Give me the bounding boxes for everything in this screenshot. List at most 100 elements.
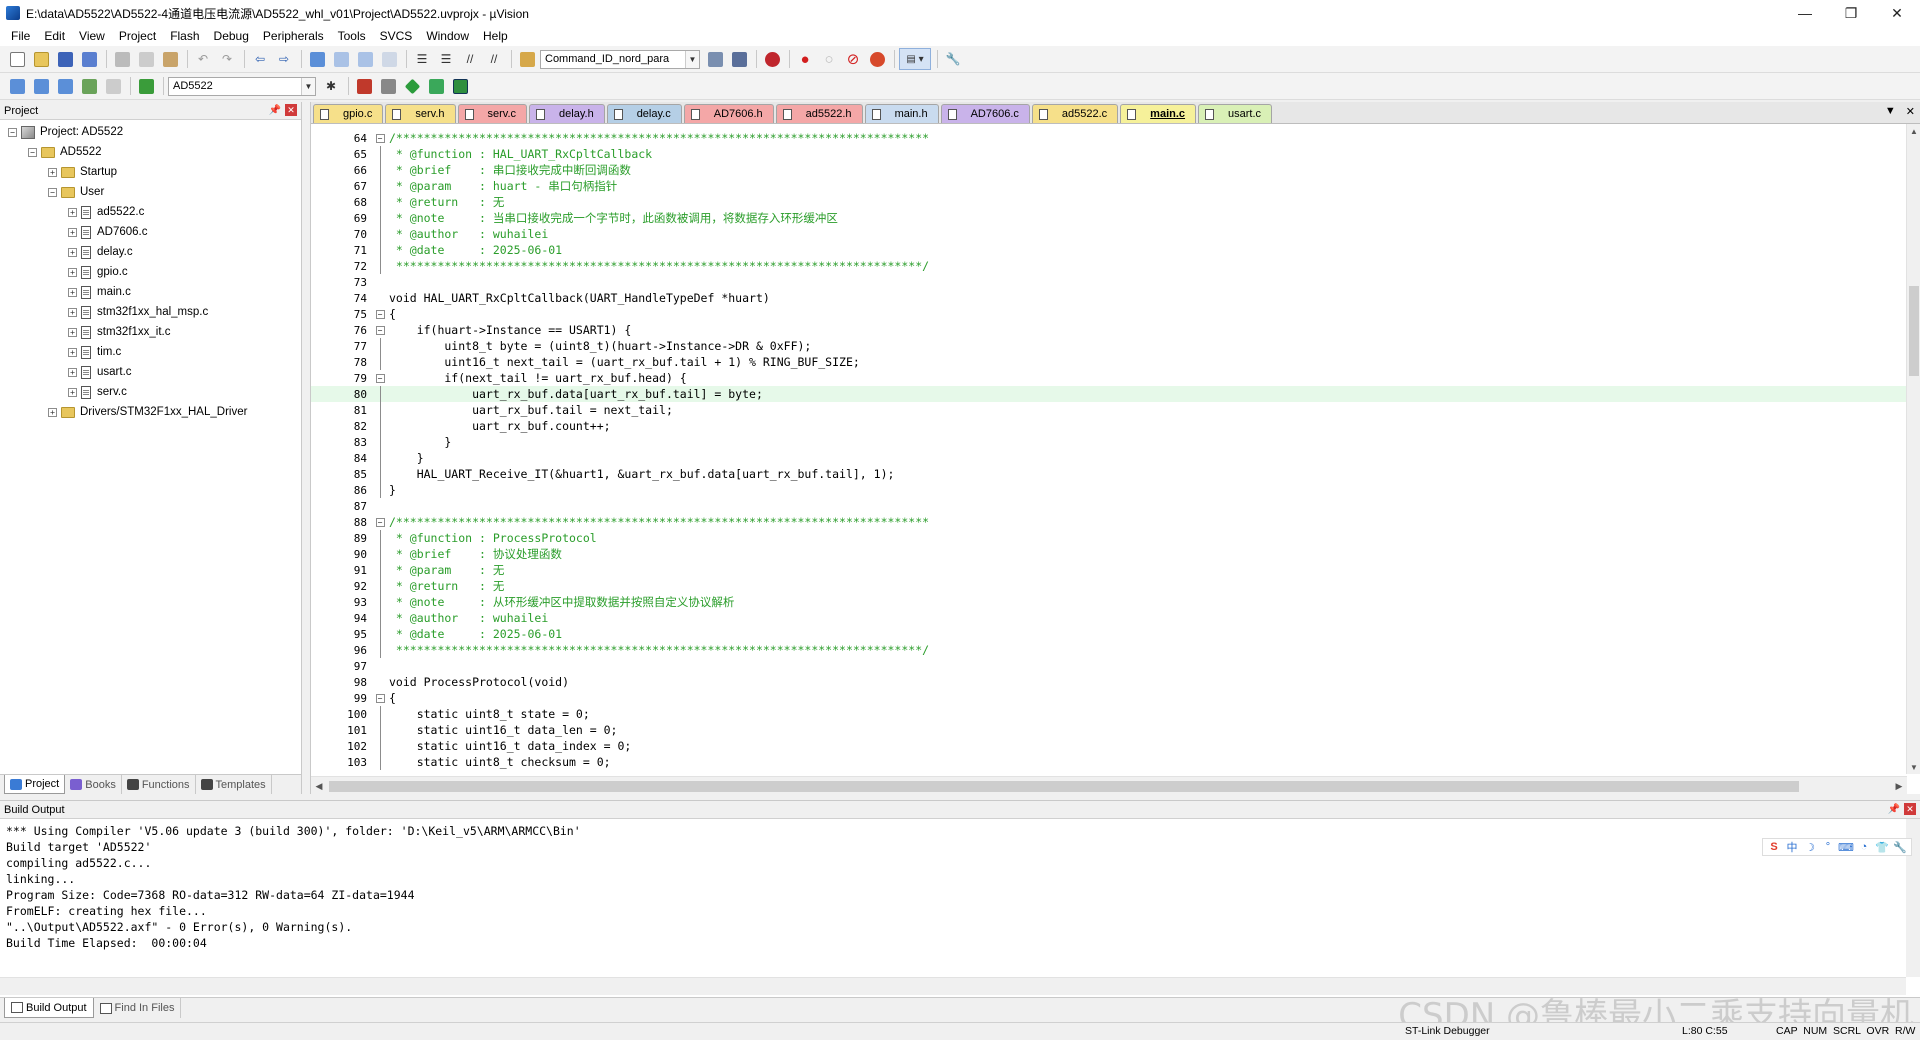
tree-item[interactable]: + main.c: [0, 282, 301, 302]
editor-tab[interactable]: delay.c: [606, 104, 682, 123]
tab-build-output[interactable]: Build Output: [4, 998, 94, 1018]
tab-templates[interactable]: Templates: [196, 775, 272, 794]
menu-edit[interactable]: Edit: [37, 29, 72, 43]
fold-collapse-icon[interactable]: −: [375, 325, 385, 335]
debug-session-button[interactable]: [761, 48, 783, 70]
expand-icon[interactable]: +: [48, 407, 57, 417]
kill-breakpoints-button[interactable]: [866, 48, 888, 70]
paste-button[interactable]: [159, 48, 181, 70]
horizontal-scroll-thumb[interactable]: [329, 781, 1799, 792]
tab-project[interactable]: Project: [4, 775, 66, 794]
menu-window[interactable]: Window: [419, 29, 476, 43]
menu-project[interactable]: Project: [112, 29, 163, 43]
expand-icon[interactable]: +: [68, 307, 77, 317]
stop-build-button[interactable]: [102, 75, 124, 97]
tree-item[interactable]: + delay.c: [0, 242, 301, 262]
expand-icon[interactable]: +: [68, 387, 77, 397]
close-window-button[interactable]: ✕: [1874, 0, 1920, 26]
enable-breakpoint-button[interactable]: ○: [818, 48, 840, 70]
tree-item[interactable]: + Drivers/STM32F1xx_HAL_Driver: [0, 402, 301, 422]
close-tab-icon[interactable]: ✕: [1906, 105, 1915, 118]
editor-tab[interactable]: main.c: [1120, 104, 1197, 123]
editor-vertical-scrollbar[interactable]: ▲ ▼: [1906, 124, 1920, 774]
copy-button[interactable]: [135, 48, 157, 70]
next-bookmark-button[interactable]: [354, 48, 376, 70]
expand-icon[interactable]: +: [48, 167, 57, 177]
ime-icon[interactable]: 👕: [1874, 840, 1890, 854]
expand-icon[interactable]: +: [68, 287, 77, 297]
editor-tab[interactable]: serv.c: [457, 104, 528, 123]
save-all-button[interactable]: [78, 48, 100, 70]
ime-icon[interactable]: ☽: [1802, 840, 1818, 854]
fold-collapse-icon[interactable]: −: [375, 309, 385, 319]
editor-tab[interactable]: delay.h: [529, 104, 605, 123]
rebuild-button[interactable]: [54, 75, 76, 97]
ime-icon[interactable]: S: [1766, 840, 1782, 854]
code-editor[interactable]: 64−/************************************…: [311, 130, 1907, 773]
editor-tab[interactable]: AD7606.c: [940, 104, 1030, 123]
tree-item[interactable]: + usart.c: [0, 362, 301, 382]
tree-item[interactable]: − AD5522: [0, 142, 301, 162]
indent-button[interactable]: ☰: [411, 48, 433, 70]
editor-tab[interactable]: main.h: [864, 104, 939, 123]
editor-tab[interactable]: AD7606.h: [683, 104, 774, 123]
close-panel-icon[interactable]: ✕: [1904, 803, 1916, 815]
tree-item[interactable]: − User: [0, 182, 301, 202]
menu-help[interactable]: Help: [476, 29, 515, 43]
find-combo[interactable]: Command_ID_nord_para ▼: [540, 49, 700, 69]
target-combo[interactable]: AD5522 ▼: [168, 76, 316, 96]
runtime-env-button[interactable]: [425, 75, 447, 97]
expand-icon[interactable]: +: [68, 367, 77, 377]
minimize-button[interactable]: —: [1782, 0, 1828, 26]
navigate-back-button[interactable]: ⇦: [249, 48, 271, 70]
tab-find-in-files[interactable]: Find In Files: [94, 998, 182, 1018]
editor-tab[interactable]: serv.h: [385, 104, 456, 123]
expand-icon[interactable]: +: [68, 247, 77, 257]
unindent-button[interactable]: ☰: [435, 48, 457, 70]
find-button[interactable]: [704, 48, 726, 70]
uncomment-button[interactable]: //: [483, 48, 505, 70]
find-in-files-button[interactable]: [516, 48, 538, 70]
scroll-down-icon[interactable]: ▼: [1907, 760, 1920, 774]
menu-svcs[interactable]: SVCS: [373, 29, 420, 43]
insert-breakpoint-button[interactable]: ●: [794, 48, 816, 70]
target-options-button[interactable]: ✱: [320, 75, 342, 97]
navigate-forward-button[interactable]: ⇨: [273, 48, 295, 70]
rte-manage-button[interactable]: [449, 75, 471, 97]
close-panel-icon[interactable]: ✕: [285, 104, 297, 116]
expand-icon[interactable]: +: [68, 227, 77, 237]
build-button[interactable]: [30, 75, 52, 97]
open-file-button[interactable]: [30, 48, 52, 70]
undo-button[interactable]: ↶: [192, 48, 214, 70]
tree-item[interactable]: + stm32f1xx_hal_msp.c: [0, 302, 301, 322]
editor-tab[interactable]: ad5522.h: [775, 104, 863, 123]
fold-collapse-icon[interactable]: −: [375, 693, 385, 703]
expand-icon[interactable]: +: [68, 267, 77, 277]
pack-installer-button[interactable]: [377, 75, 399, 97]
tab-books[interactable]: Books: [65, 775, 122, 794]
tree-item[interactable]: + Startup: [0, 162, 301, 182]
collapse-icon[interactable]: −: [48, 187, 57, 197]
download-button[interactable]: [135, 75, 157, 97]
expand-icon[interactable]: +: [68, 207, 77, 217]
ime-icon[interactable]: °: [1820, 840, 1836, 854]
editor-tab[interactable]: ad5522.c: [1031, 104, 1119, 123]
ime-icon[interactable]: 🔧: [1892, 840, 1908, 854]
tab-list-icon[interactable]: ▼: [1885, 105, 1896, 118]
collapse-icon[interactable]: −: [8, 127, 17, 137]
tree-item[interactable]: + serv.c: [0, 382, 301, 402]
comment-button[interactable]: //: [459, 48, 481, 70]
tree-item[interactable]: + stm32f1xx_it.c: [0, 322, 301, 342]
select-packs-button[interactable]: [401, 75, 423, 97]
build-output-text[interactable]: *** Using Compiler 'V5.06 update 3 (buil…: [6, 823, 581, 951]
menu-flash[interactable]: Flash: [163, 29, 206, 43]
prev-bookmark-button[interactable]: [330, 48, 352, 70]
cut-button[interactable]: [111, 48, 133, 70]
expand-icon[interactable]: +: [68, 347, 77, 357]
tree-item[interactable]: − Project: AD5522: [0, 122, 301, 142]
fold-collapse-icon[interactable]: −: [375, 517, 385, 527]
menu-tools[interactable]: Tools: [331, 29, 373, 43]
tree-item[interactable]: + AD7606.c: [0, 222, 301, 242]
editor-tab[interactable]: usart.c: [1198, 104, 1273, 123]
window-layout-button[interactable]: ▤ ▾: [899, 48, 931, 70]
